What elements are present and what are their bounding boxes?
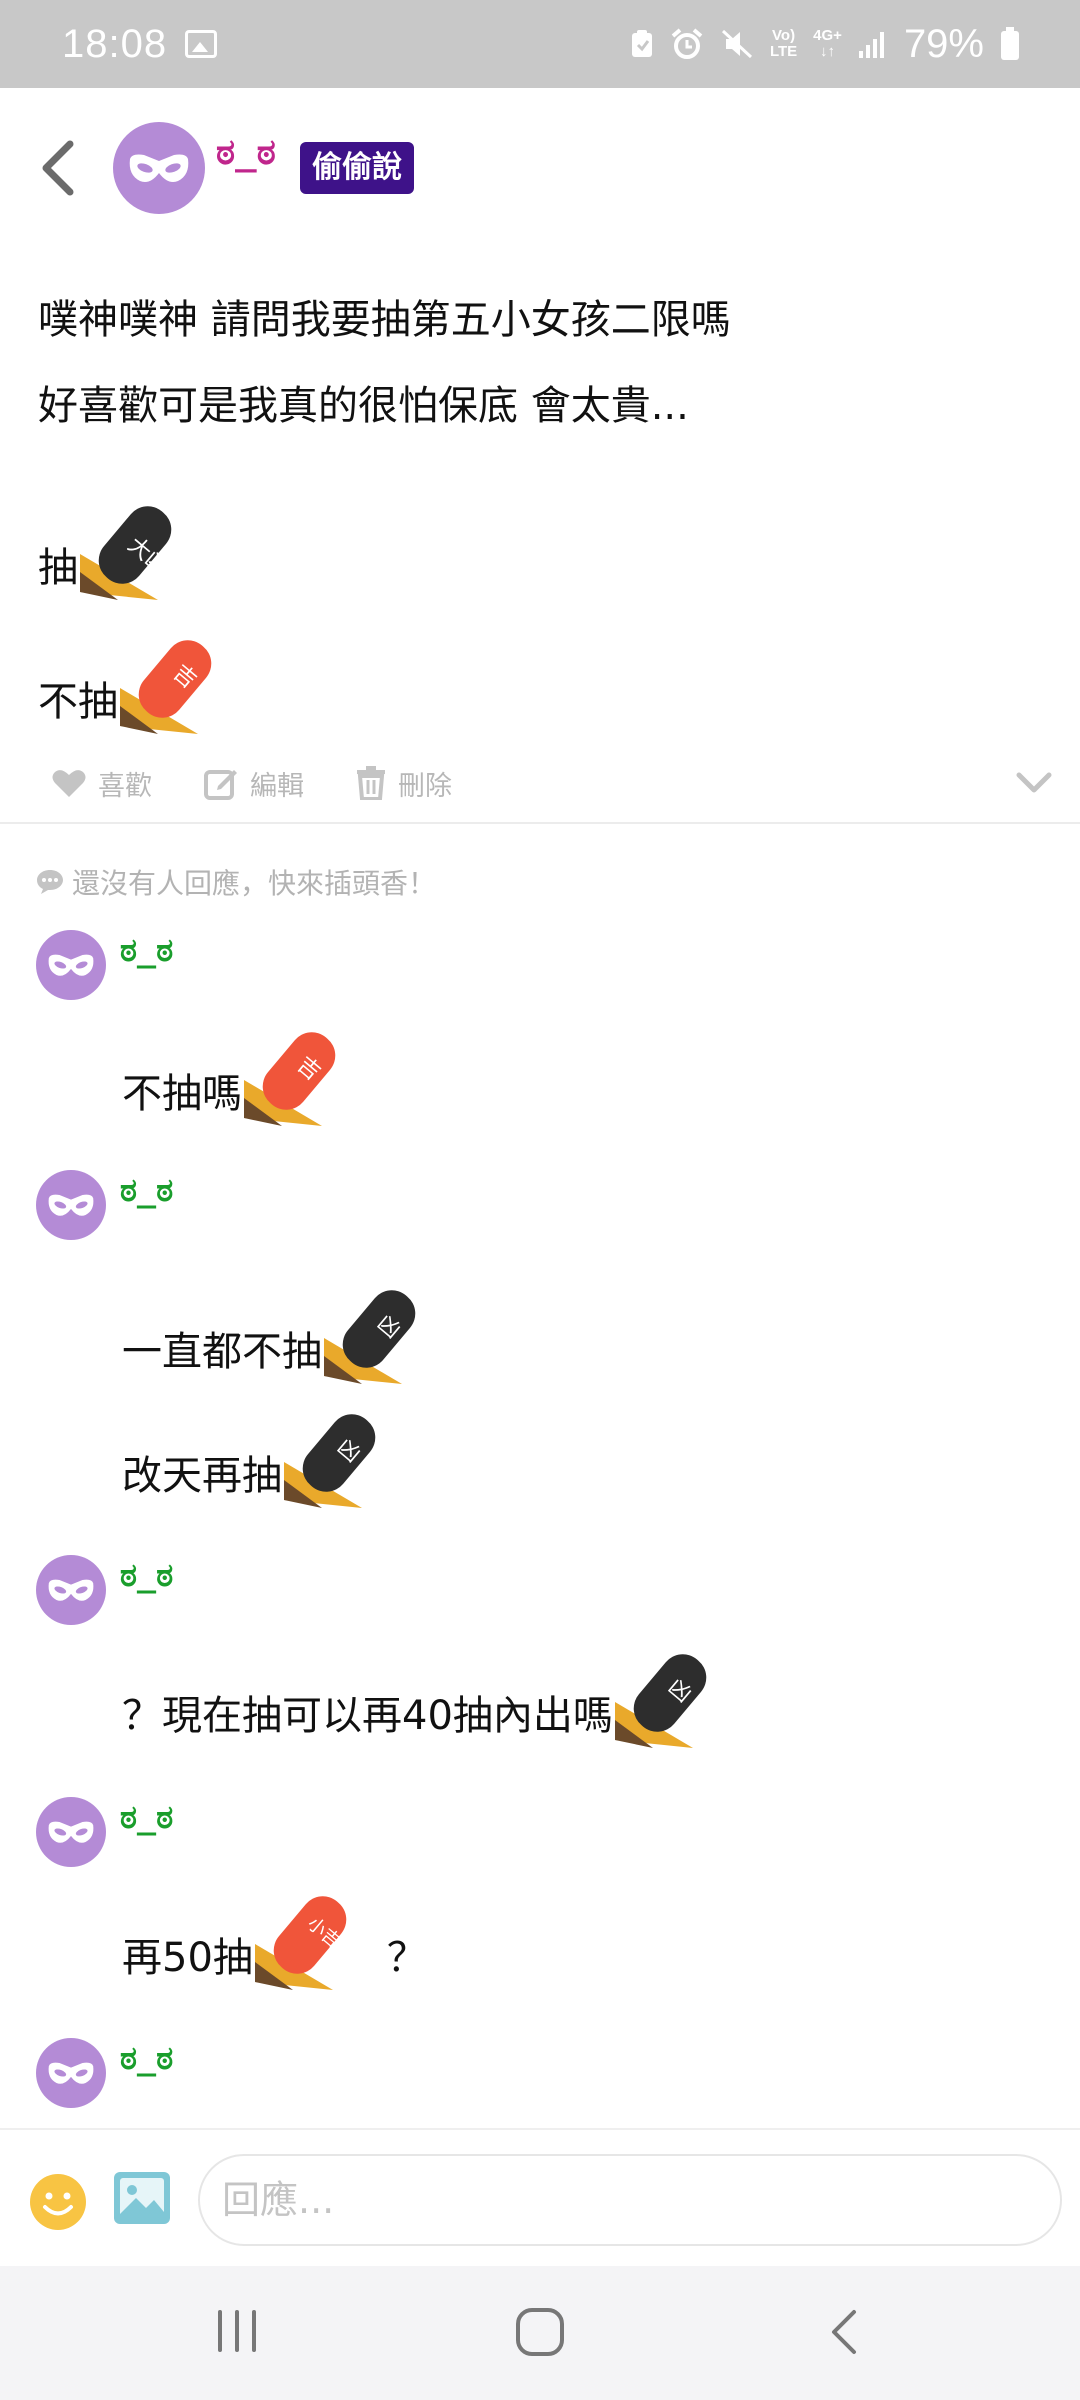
home-icon[interactable] [514,2306,566,2358]
network-type-text: 4G+ [813,27,842,44]
volte-icon: Vo) LTE [770,28,797,60]
comment-text-line: 改天再抽 凶 [122,1400,392,1510]
delete-label: 刪除 [398,770,452,802]
gallery-notification-icon [185,30,218,58]
comment-text-line: 不抽嗎 吉 [122,1018,352,1128]
option-no-draw-text: 不抽 [38,679,118,725]
comment-text-line: 一直都不抽 凶 [122,1276,432,1386]
comment-header: ಠ_ಠ [36,2038,173,2108]
comment-text: 不抽嗎 [122,1071,242,1117]
comment-header: ಠ_ಠ [36,930,173,1000]
comment-text: 改天再抽 [122,1453,282,1499]
post-line-2: 好喜歡可是我真的很怕保底 會太貴... [38,383,689,429]
comment-username[interactable]: ಠ_ಠ [120,1556,173,1595]
mask-icon [48,954,94,976]
edit-label: 編輯 [250,770,304,802]
signal-icon [858,32,884,58]
avatar[interactable] [36,930,106,1000]
no-reply-hint: 還沒有人回應，快來插頭香！ [36,862,436,902]
mask-icon [48,1821,94,1843]
fortune-stick-icon: 凶 [614,1654,707,1748]
fortune-stick-icon: 吉 [120,640,212,734]
comment-text: ？現在抽可以再40抽內出嗎 [122,1693,613,1739]
no-reply-text: 還沒有人回應，快來插頭香！ [72,867,437,900]
back-nav-icon[interactable] [822,2306,866,2358]
status-bar: 18:08 Vo) LTE 4G+ ↓↑ 79% [0,0,1080,88]
fortune-stick-icon: 小吉 [254,1896,347,1990]
comment-username[interactable]: ಠ_ಠ [120,2039,173,2078]
volte-bottom-text: LTE [769,43,798,60]
option-draw: 抽 大凶 [38,492,188,602]
trash-icon [357,766,385,800]
avatar[interactable] [36,1797,106,1867]
phone-screen: 18:08 Vo) LTE 4G+ ↓↑ 79% ಠ_ಠ 偷偷說 噗神噗神 請問我要… [0,0,1080,2400]
smiley-icon [30,2174,86,2230]
like-button[interactable]: 喜歡 [52,764,152,803]
comment-text-line: ？現在抽可以再40抽內出嗎 凶 [122,1640,723,1750]
fortune-stick-icon: 凶 [284,1414,376,1508]
mute-icon [721,29,752,59]
comment-header: ಠ_ಠ [36,1797,173,1867]
battery-percent: 79% [903,21,984,66]
post-line-1: 噗神噗神 請問我要抽第五小女孩二限嗎 [38,297,731,343]
mask-icon [48,1579,94,1601]
comment-suffix: ？ [386,1935,427,1981]
emoji-button[interactable] [28,2172,88,2236]
delete-button[interactable]: 刪除 [356,764,452,803]
chevron-down-icon[interactable] [1016,772,1052,794]
status-time: 18:08 [62,21,168,66]
option-no-draw: 不抽 吉 [38,626,228,736]
heart-icon [52,770,86,797]
edit-icon [204,770,237,800]
fortune-stick-icon: 大凶 [80,506,173,600]
avatar[interactable] [113,122,205,214]
fortune-stick-icon: 吉 [244,1032,336,1126]
comment-username[interactable]: ಠ_ಠ [120,1798,173,1837]
comment-header: ಠ_ಠ [36,1555,173,1625]
network-type: 4G+ ↓↑ [813,27,842,60]
battery-icon [1001,27,1019,60]
recents-icon[interactable] [212,2306,262,2356]
divider [0,822,1080,824]
comment-text-line: 再50抽 小吉 ？ [122,1882,427,1992]
fortune-stick-icon: 凶 [324,1290,416,1384]
avatar[interactable] [36,1170,106,1240]
image-button[interactable] [112,2170,172,2230]
alarm-icon [671,28,703,59]
edit-button[interactable]: 編輯 [204,764,304,803]
anonymous-badge: 偷偷說 [300,142,414,194]
reply-bar [0,2128,1080,2264]
mask-icon [48,2062,94,2084]
chevron-left-icon [42,140,74,196]
post-actions: 喜歡 編輯 刪除 [52,758,1052,808]
speech-bubble-icon [37,870,63,894]
reply-input[interactable] [198,2154,1062,2246]
comment-header: ಠ_ಠ [36,1170,173,1240]
option-draw-text: 抽 [38,545,78,591]
mask-icon [48,1194,94,1216]
volte-top-text: Vo) [772,27,796,44]
like-label: 喜歡 [98,770,152,802]
status-icons: Vo) LTE 4G+ ↓↑ 79% [630,22,1020,67]
comment-username[interactable]: ಠ_ಠ [120,931,173,970]
avatar[interactable] [36,1555,106,1625]
avatar[interactable] [36,2038,106,2108]
clipboard-icon [631,30,652,57]
post-body: 噗神噗神 請問我要抽第五小女孩二限嗎 好喜歡可是我真的很怕保底 會太貴... [38,290,1048,436]
comment-username[interactable]: ಠ_ಠ [120,1171,173,1210]
mask-icon [129,154,189,182]
back-button[interactable] [36,138,82,198]
image-icon [114,2172,170,2224]
navigation-bar [0,2266,1080,2400]
comment-text: 再50抽 [122,1935,253,1981]
post-header: ಠ_ಠ 偷偷說 [0,118,1080,218]
header-username[interactable]: ಠ_ಠ [216,132,276,174]
comment-text: 一直都不抽 [122,1329,322,1375]
